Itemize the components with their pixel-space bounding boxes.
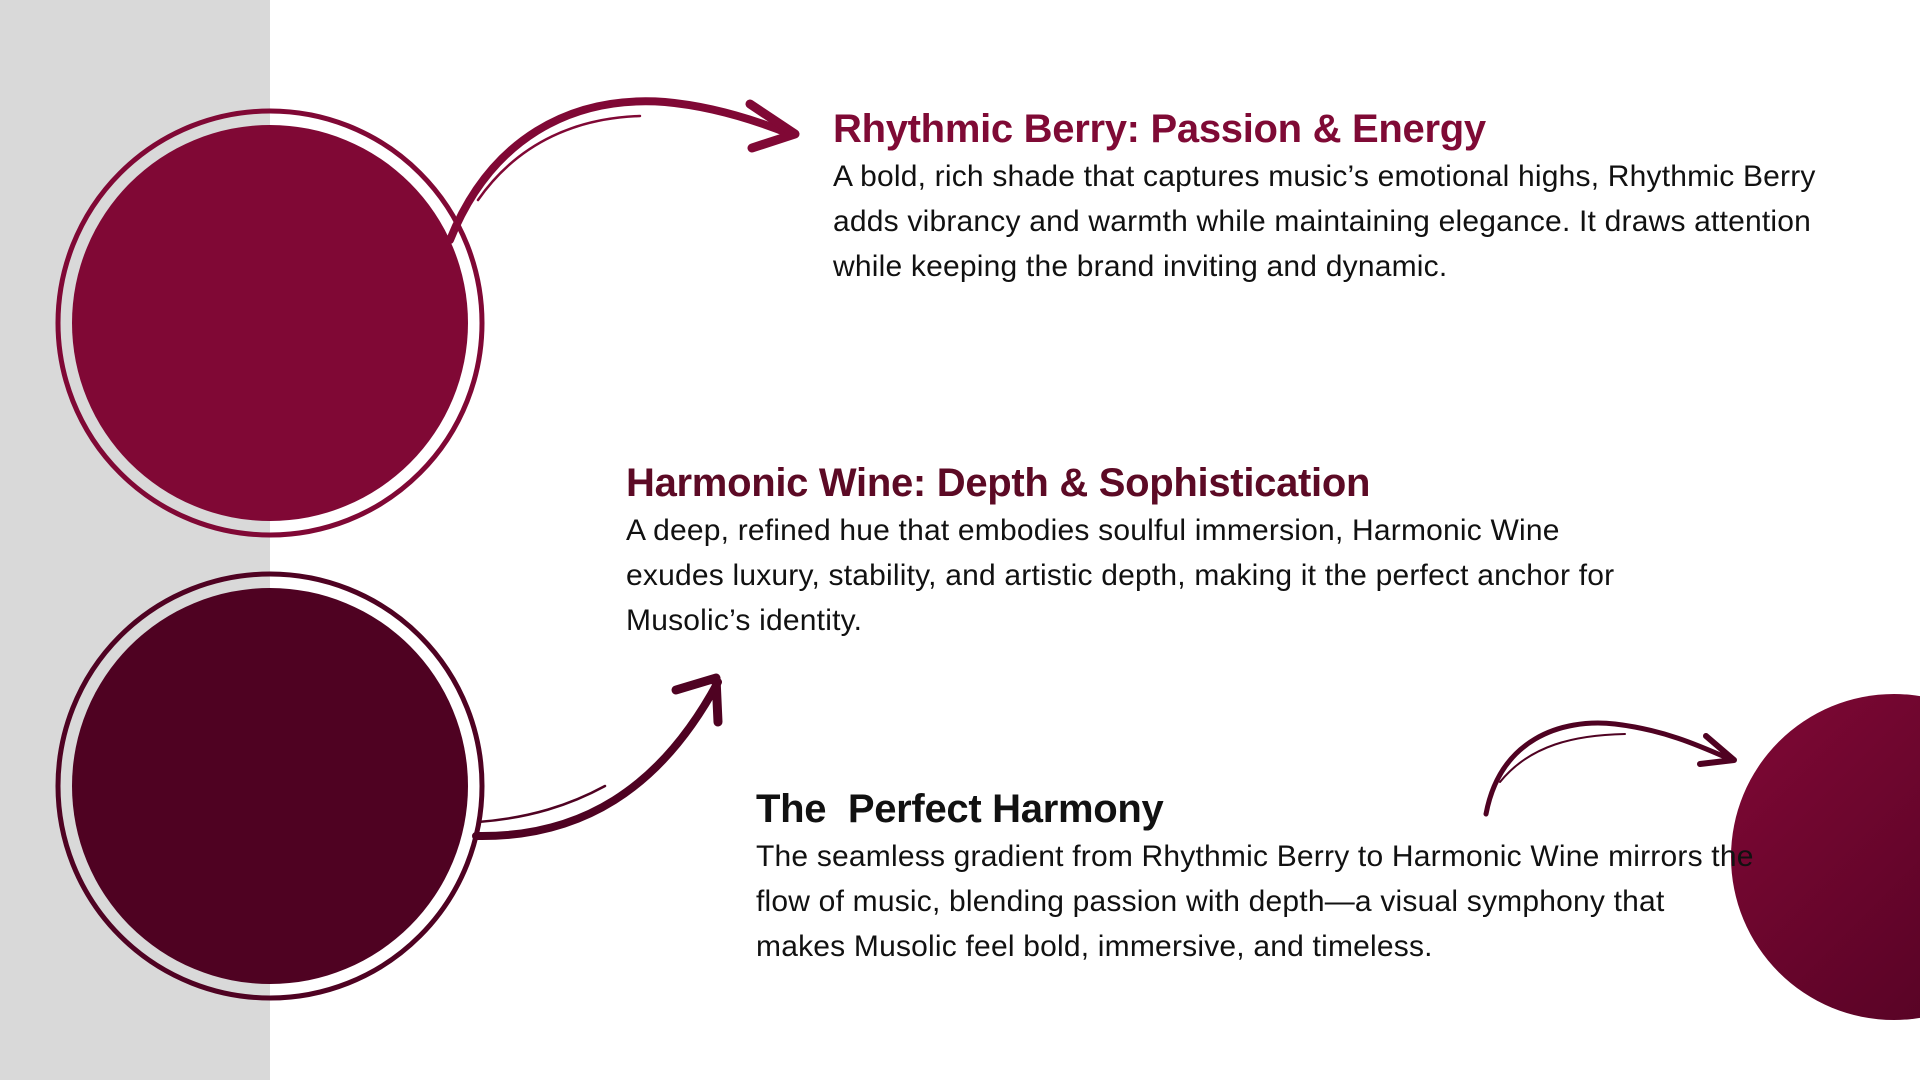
harmonic-wine-swatch [55,571,485,1001]
harmonic-wine-swatch-fill [72,588,468,984]
rhythmic-berry-swatch [55,108,485,538]
gradient-swatch [1731,694,1920,1020]
perfect-harmony-section: The Perfect Harmony The seamless gradien… [756,784,1756,969]
rhythmic-berry-description: A bold, rich shade that captures music’s… [833,160,1816,283]
curved-arrow-up-icon [472,673,723,841]
curved-arrow-right-icon [446,97,800,244]
rhythmic-berry-swatch-fill [72,125,468,521]
slide-canvas: Rhythmic Berry: Passion & Energy A bold,… [0,0,1920,1080]
harmonic-wine-section: Harmonic Wine: Depth & Sophistication A … [626,458,1626,643]
perfect-harmony-heading: The Perfect Harmony [756,787,1164,831]
perfect-harmony-description: The seamless gradient from Rhythmic Berr… [756,840,1754,963]
rhythmic-berry-section: Rhythmic Berry: Passion & Energy A bold,… [833,104,1833,289]
rhythmic-berry-heading: Rhythmic Berry: Passion & Energy [833,107,1486,151]
harmonic-wine-heading: Harmonic Wine: Depth & Sophistication [626,461,1371,505]
harmonic-wine-description: A deep, refined hue that embodies soulfu… [626,514,1615,637]
